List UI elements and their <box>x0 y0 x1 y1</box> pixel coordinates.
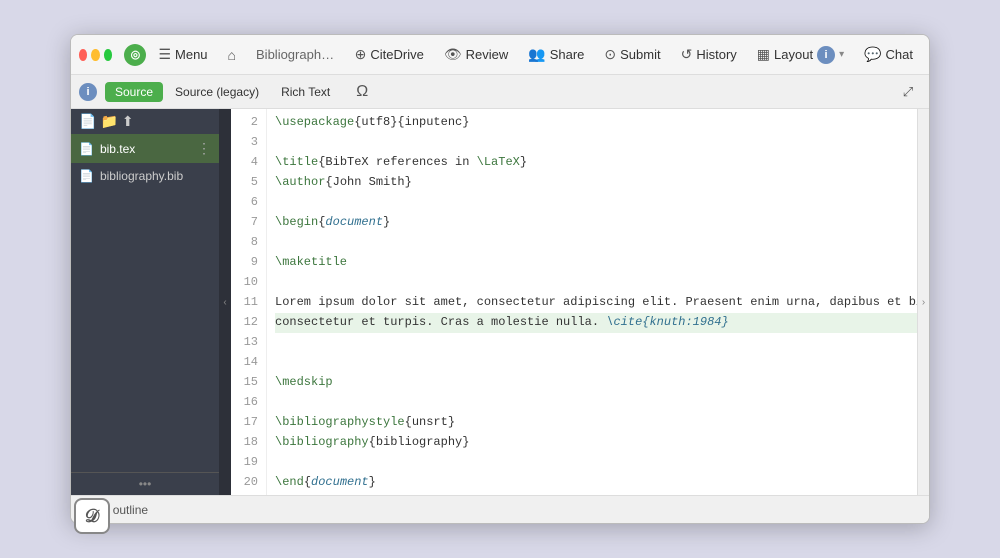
review-button[interactable]: 👁 Review <box>436 35 516 74</box>
submit-button[interactable]: ⊙ Submit <box>596 35 668 74</box>
file-icon: 📄 <box>79 169 94 183</box>
code-line <box>275 393 921 413</box>
code-line <box>275 133 921 153</box>
overleaf-logo: ◎ <box>124 44 146 66</box>
file-name: bibliography.bib <box>100 169 211 183</box>
code-line: \author{John Smith} <box>275 173 921 193</box>
expand-icon: ⤢ <box>903 84 913 100</box>
line-numbers: 2 3 4 5 6 7 8 9 10 11 12 13 14 15 16 17 <box>231 109 267 495</box>
citedrive-label: CiteDrive <box>370 47 423 62</box>
chevron-left-icon: ‹ <box>223 297 226 308</box>
upload-icon[interactable]: ⬆ <box>122 113 134 130</box>
code-line <box>275 193 921 213</box>
source-info-badge: i <box>79 83 97 101</box>
code-line: \medskip <box>275 373 921 393</box>
citedrive-icon: ⊕ <box>355 46 367 63</box>
share-label: Share <box>550 47 585 62</box>
menu-icon: ☰ <box>158 46 171 63</box>
file-item-bibtex[interactable]: 📄 bib.tex ⋮ <box>71 134 219 163</box>
code-line <box>275 453 921 473</box>
code-line: \begin{document} <box>275 213 921 233</box>
toolbar-row: 📄 📁 ⬆ <box>71 109 219 134</box>
code-line: \title{BibTeX references in \LaTeX} <box>275 153 921 173</box>
layout-button[interactable]: ▦ Layout i ▾ <box>749 35 852 74</box>
tab-source-legacy[interactable]: Source (legacy) <box>165 82 269 102</box>
bottom-bar: ▾ File outline <box>71 495 929 523</box>
omega-symbol[interactable]: Ω <box>350 81 374 103</box>
right-panel-toggle[interactable]: › <box>917 109 929 495</box>
sidebar-dots-button[interactable]: ••• <box>71 472 219 495</box>
submit-icon: ⊙ <box>604 46 616 63</box>
tab-rich-text[interactable]: Rich Text <box>271 82 340 102</box>
chevron-right-icon: › <box>922 297 925 308</box>
history-button[interactable]: ↺ History <box>673 35 745 74</box>
citedrive-button[interactable]: ⊕ CiteDrive <box>347 35 432 74</box>
code-line: \usepackage{utf8}{inputenc} <box>275 113 921 133</box>
code-line <box>275 233 921 253</box>
code-line: Lorem ipsum dolor sit amet, consectetur … <box>275 293 921 313</box>
code-line: \maketitle <box>275 253 921 273</box>
tab-source[interactable]: Source <box>105 82 163 102</box>
file-sidebar: 📄 📁 ⬆ 📄 bib.tex ⋮ 📄 bibliography.bib ••• <box>71 109 219 495</box>
code-line <box>275 273 921 293</box>
layout-icon: ▦ <box>757 46 770 63</box>
chevron-down-icon: ▾ <box>839 49 844 60</box>
menu-label: Menu <box>175 47 208 62</box>
layout-label: Layout <box>774 47 813 62</box>
code-line: \end{document} <box>275 473 921 493</box>
code-line: \bibliographystyle{unsrt} <box>275 413 921 433</box>
expand-button[interactable]: ⤢ <box>895 79 921 105</box>
new-file-icon[interactable]: 📄 <box>79 113 96 130</box>
code-line-highlighted: consectetur et turpis. Cras a molestie n… <box>275 313 921 333</box>
chat-label: Chat <box>886 47 913 62</box>
home-icon: ⌂ <box>228 47 236 63</box>
submit-label: Submit <box>620 47 660 62</box>
d-icon: 𝒟 <box>74 498 110 534</box>
menu-button[interactable]: ☰ Menu <box>150 35 215 74</box>
history-label: History <box>696 47 736 62</box>
sidebar-toggle[interactable]: ‹ <box>219 109 231 495</box>
code-line <box>275 333 921 353</box>
new-folder-icon[interactable]: 📁 <box>100 113 117 130</box>
file-item-bib[interactable]: 📄 bibliography.bib <box>71 163 219 189</box>
share-icon: 👥 <box>528 46 545 63</box>
review-icon: 👁 <box>444 46 462 63</box>
chat-icon: 💬 <box>864 46 881 63</box>
file-more-icon[interactable]: ⋮ <box>197 140 211 157</box>
code-line: \bibliography{bibliography} <box>275 433 921 453</box>
review-label: Review <box>466 47 509 62</box>
code-line <box>275 353 921 373</box>
file-icon: 📄 <box>79 142 94 156</box>
share-button[interactable]: 👥 Share <box>520 35 592 74</box>
chat-button[interactable]: 💬 Chat <box>856 35 921 74</box>
history-icon: ↺ <box>681 46 693 63</box>
window-title: Bibliography man... <box>256 47 335 62</box>
code-content[interactable]: \usepackage{utf8}{inputenc} \title{BibTe… <box>267 109 929 495</box>
info-badge: i <box>817 46 835 64</box>
code-editor: 2 3 4 5 6 7 8 9 10 11 12 13 14 15 16 17 <box>231 109 929 495</box>
file-name: bib.tex <box>100 142 191 156</box>
home-button[interactable]: ⌂ <box>220 35 244 74</box>
